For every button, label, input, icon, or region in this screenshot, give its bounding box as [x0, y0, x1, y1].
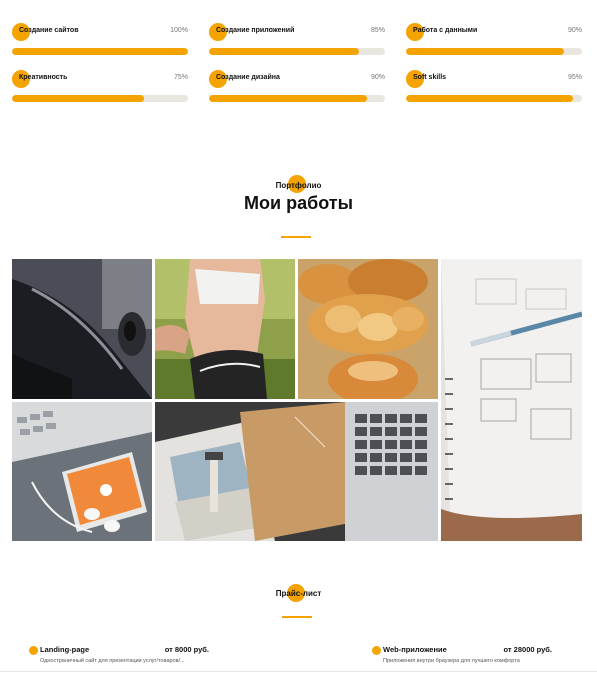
price-item-price: от 8000 руб.	[164, 645, 209, 654]
skill-bar-fill	[209, 95, 368, 102]
portfolio-title: Мои работы	[244, 193, 353, 213]
gallery-runner-photo[interactable]	[155, 259, 295, 399]
gallery-phone-headphones-photo[interactable]	[12, 402, 152, 541]
skill-bar	[406, 95, 582, 102]
skill-soft: Soft skills 95%	[406, 70, 582, 102]
price-item-price: от 28000 руб.	[503, 645, 552, 654]
skill-bar	[209, 95, 385, 102]
skill-bar-fill	[12, 48, 188, 55]
skill-percent: 75%	[173, 74, 188, 81]
price-dot	[29, 646, 38, 655]
pricelist-divider	[282, 616, 312, 618]
price-item-name: Landing-page	[40, 645, 90, 654]
gallery-car-photo[interactable]	[12, 259, 152, 399]
gallery-wireframe-notebook-photo[interactable]	[441, 259, 582, 541]
skill-bar-fill	[406, 95, 574, 102]
skill-design: Создание дизайна 90%	[209, 70, 385, 102]
price-item-desc: Приложения внутри браузера для лучшего к…	[383, 658, 520, 664]
skill-percent: 85%	[370, 27, 385, 34]
skill-percent: 95%	[567, 74, 582, 81]
price-item-name: Web-приложение	[383, 645, 447, 654]
skill-name: Создание приложений	[216, 27, 295, 34]
skill-bar-fill	[406, 48, 565, 55]
skill-name: Креативность	[19, 74, 68, 81]
skill-name: Создание сайтов	[19, 27, 79, 34]
skill-percent: 90%	[567, 27, 582, 34]
portfolio-label: Портфолио	[275, 181, 322, 190]
skill-bar	[12, 95, 188, 102]
price-item-landing: Landing-page от 8000 руб. Одностраничный…	[29, 645, 209, 667]
gallery-photos-laptop-photo[interactable]	[155, 402, 438, 541]
bottom-divider	[0, 671, 597, 672]
skill-percent: 100%	[170, 27, 188, 34]
skill-apps: Создание приложений 85%	[209, 23, 385, 55]
skill-name: Создание дизайна	[216, 74, 280, 81]
skill-percent: 90%	[370, 74, 385, 81]
price-item-webapp: Web-приложение от 28000 руб. Приложения …	[372, 645, 552, 667]
skill-bar	[12, 48, 188, 55]
skill-bar	[406, 48, 582, 55]
price-item-desc: Одностраничный сайт для презентации услу…	[40, 658, 185, 664]
skill-data: Работа с данными 90%	[406, 23, 582, 55]
portfolio-divider	[281, 236, 311, 238]
skill-creativity: Креативность 75%	[12, 70, 188, 102]
skill-bar-fill	[209, 48, 359, 55]
price-dot	[372, 646, 381, 655]
skill-bar	[209, 48, 385, 55]
pricelist-label: Прайс-лист	[275, 589, 322, 598]
skill-name: Работа с данными	[413, 27, 478, 34]
skill-web: Создание сайтов 100%	[12, 23, 188, 55]
skill-name: Soft skills	[413, 74, 447, 81]
skill-bar-fill	[12, 95, 144, 102]
gallery-bread-photo[interactable]	[298, 259, 438, 399]
